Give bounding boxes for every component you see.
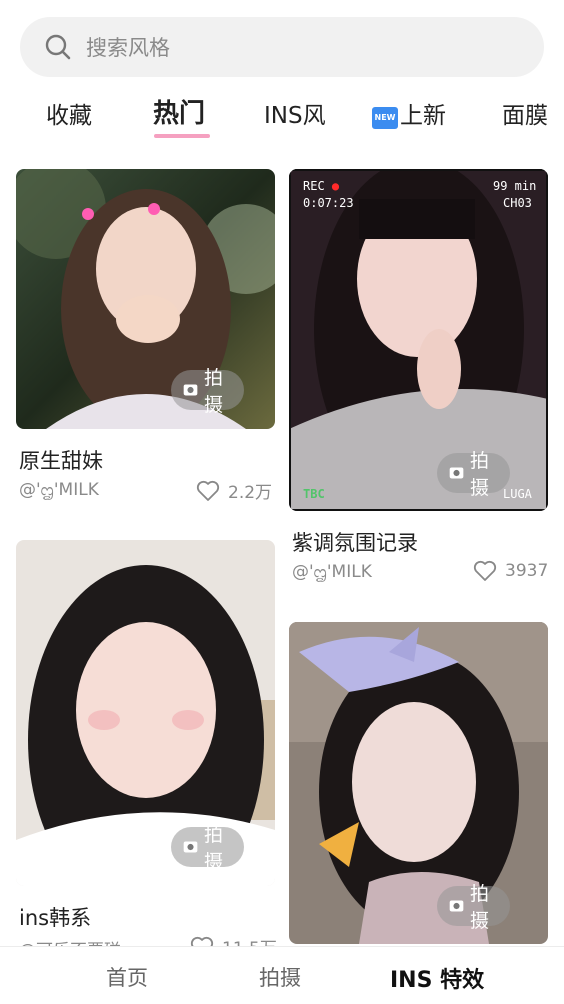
camera-icon [449, 467, 464, 479]
like-count[interactable]: 2.2万 [196, 478, 272, 503]
bottom-nav: 首页 拍摄 INS 特效 [0, 946, 564, 1004]
effect-thumbnail[interactable]: REC ● 0:07:23 99 min CH03 TBC LUGA [289, 169, 548, 511]
tab-new-label: 上新 [400, 103, 446, 129]
camera-icon [183, 841, 198, 853]
channel-label: CH03 [503, 196, 532, 210]
search-icon [45, 34, 71, 60]
new-badge-icon: NEW [372, 107, 398, 129]
shoot-label: 拍摄 [204, 367, 224, 416]
tab-favorites[interactable]: 收藏 [46, 96, 92, 130]
tab-ins-style[interactable]: INS风 [264, 96, 326, 130]
camera-icon [449, 900, 464, 912]
category-tabs: 收藏 热门 INS风 NEW 上新 面膜 [0, 90, 564, 146]
active-tab-indicator [154, 134, 210, 138]
effect-thumbnail[interactable] [289, 622, 548, 944]
nav-home[interactable]: 首页 [106, 962, 148, 992]
portrait-image [289, 622, 548, 944]
like-count-value: 3937 [505, 561, 549, 581]
shoot-label: 拍摄 [204, 824, 224, 873]
tab-face-mask[interactable]: 面膜 [502, 96, 548, 130]
like-count[interactable]: 3937 [473, 560, 548, 582]
portrait-image [289, 169, 548, 511]
brand-label: TBC [303, 487, 325, 501]
card-title: 紫调氛围记录 [292, 531, 418, 555]
card-title: 原生甜妹 [19, 449, 103, 473]
heart-icon [473, 560, 497, 581]
camera-icon [183, 384, 198, 396]
corner-label: LUGA [503, 487, 532, 501]
tab-popular[interactable]: 热门 [153, 93, 205, 130]
shoot-button[interactable]: 拍摄 [437, 450, 511, 499]
battery-label: 99 min [493, 179, 537, 193]
shoot-label: 拍摄 [470, 883, 490, 932]
nav-shoot[interactable]: 拍摄 [259, 962, 301, 992]
rec-label: REC ● [303, 179, 340, 193]
heart-icon [196, 480, 220, 501]
nav-ins-effects[interactable]: INS 特效 [390, 962, 484, 994]
search-placeholder: 搜索风格 [86, 36, 170, 60]
shoot-button[interactable]: 拍摄 [171, 367, 245, 416]
like-count-value: 2.2万 [228, 483, 273, 503]
card-title: ins韩系 [19, 906, 92, 930]
shoot-button[interactable]: 拍摄 [437, 883, 511, 932]
search-input[interactable]: 搜索风格 [20, 17, 544, 77]
shoot-button[interactable]: 拍摄 [171, 824, 245, 873]
tab-new[interactable]: NEW 上新 [372, 96, 446, 130]
card-author[interactable]: @'ᦗ'MILK [19, 480, 99, 501]
shoot-label: 拍摄 [470, 450, 490, 499]
timecode: 0:07:23 [303, 196, 354, 210]
card-author[interactable]: @'ᦗ'MILK [292, 562, 372, 583]
